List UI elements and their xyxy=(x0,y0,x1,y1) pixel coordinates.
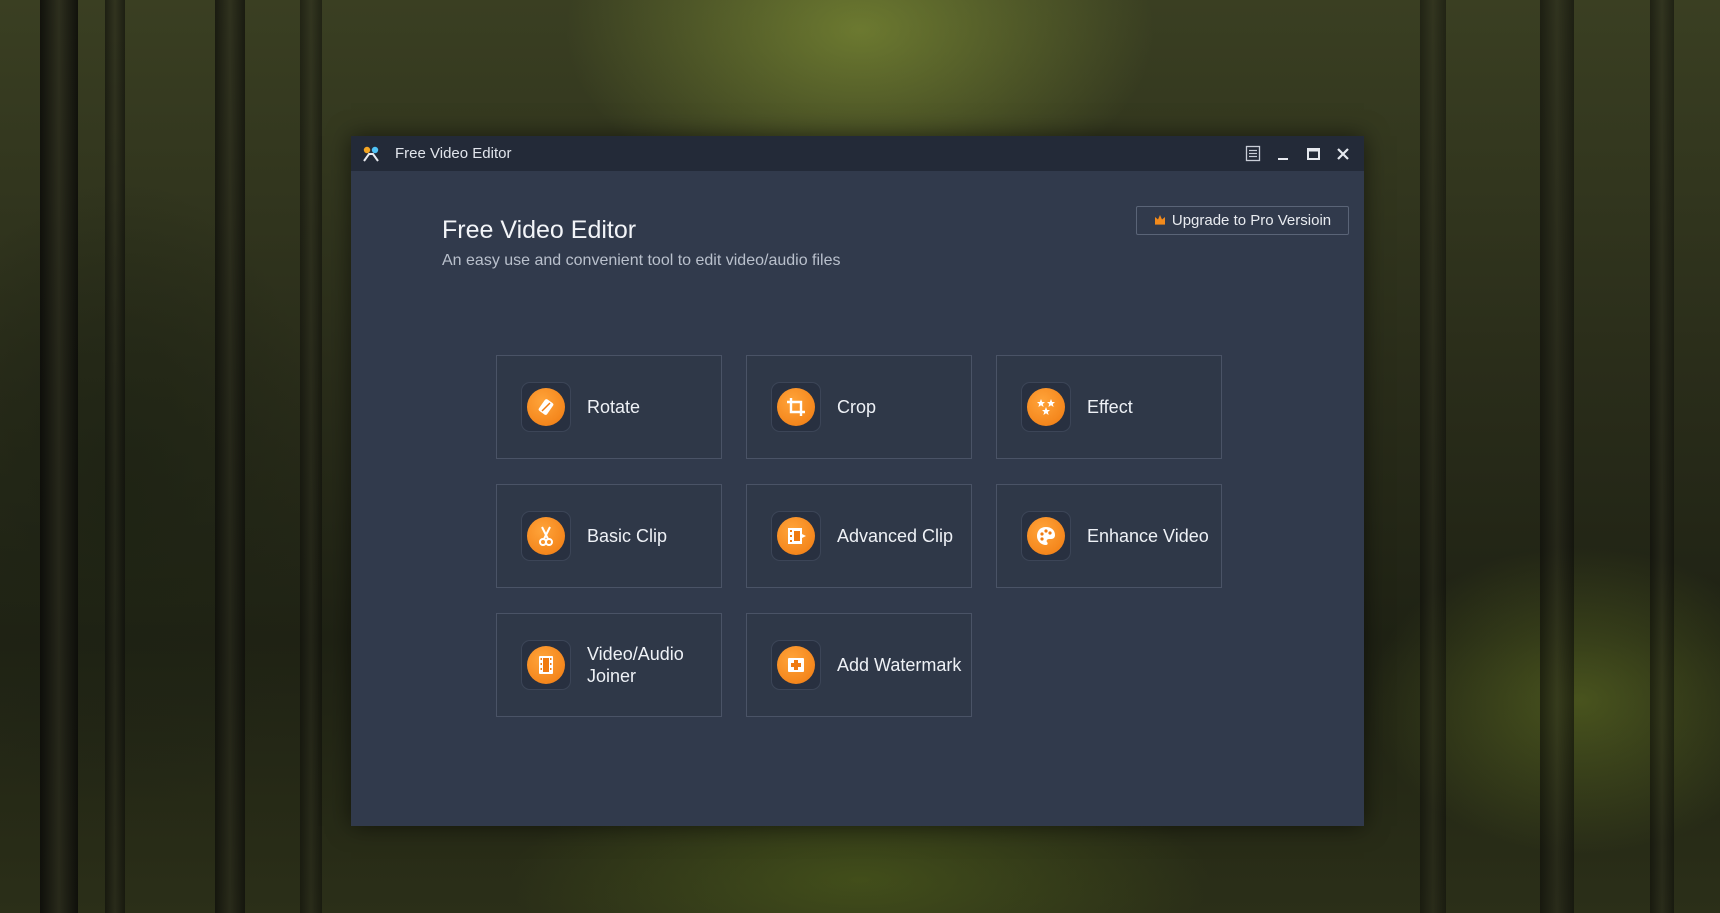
upgrade-button[interactable]: Upgrade to Pro Versioin xyxy=(1136,206,1349,235)
tool-rotate[interactable]: Rotate xyxy=(496,355,722,459)
scissors-icon xyxy=(527,517,565,555)
tool-add-watermark[interactable]: Add Watermark xyxy=(746,613,972,717)
icon-frame xyxy=(771,382,821,432)
icon-frame xyxy=(521,511,571,561)
page-subtitle: An easy use and convenient tool to edit … xyxy=(442,252,841,269)
tool-label: Basic Clip xyxy=(587,526,668,546)
tool-label: Advanced Clip xyxy=(837,526,954,546)
tree-trunk xyxy=(1540,0,1574,913)
icon-frame xyxy=(1021,382,1071,432)
tree-trunk xyxy=(105,0,125,913)
rotate-icon xyxy=(527,388,565,426)
tool-crop[interactable]: Crop xyxy=(746,355,972,459)
tool-label: Crop xyxy=(837,397,877,417)
tool-label: Add Watermark xyxy=(837,655,962,675)
desktop-background: Free Video Editor Free Video Editor An e… xyxy=(0,0,1720,913)
maximize-icon[interactable] xyxy=(1301,142,1325,166)
tool-label: Rotate xyxy=(587,397,641,417)
tool-enhance-video[interactable]: Enhance Video xyxy=(996,484,1222,588)
crown-icon xyxy=(1154,212,1166,229)
title-bar[interactable]: Free Video Editor xyxy=(351,136,1364,171)
tree-trunk xyxy=(1650,0,1674,913)
tool-effect[interactable]: Effect xyxy=(996,355,1222,459)
crop-icon xyxy=(777,388,815,426)
page-title: Free Video Editor xyxy=(442,216,637,244)
tree-trunk xyxy=(40,0,78,913)
tree-trunk xyxy=(1420,0,1446,913)
tool-basic-clip[interactable]: Basic Clip xyxy=(496,484,722,588)
app-logo-icon xyxy=(362,145,380,163)
film-clip-icon xyxy=(777,517,815,555)
joiner-icon xyxy=(527,646,565,684)
tool-label: Effect xyxy=(1087,397,1133,417)
icon-frame xyxy=(771,640,821,690)
window-title: Free Video Editor xyxy=(395,145,512,162)
tools-grid: Rotate Crop Effect Basic Clip Advanced C… xyxy=(496,355,1226,725)
app-window: Free Video Editor Free Video Editor An e… xyxy=(351,136,1364,826)
close-icon[interactable] xyxy=(1331,142,1355,166)
tree-trunk xyxy=(300,0,322,913)
menu-icon[interactable] xyxy=(1241,142,1265,166)
icon-frame xyxy=(521,640,571,690)
tool-video-audio-joiner[interactable]: Video/Audio Joiner xyxy=(496,613,722,717)
tool-advanced-clip[interactable]: Advanced Clip xyxy=(746,484,972,588)
tool-label: Video/Audio Joiner xyxy=(587,644,684,686)
watermark-icon xyxy=(777,646,815,684)
icon-frame xyxy=(771,511,821,561)
tree-trunk xyxy=(215,0,245,913)
upgrade-label: Upgrade to Pro Versioin xyxy=(1171,212,1332,229)
minimize-icon[interactable] xyxy=(1271,142,1295,166)
effect-icon xyxy=(1027,388,1065,426)
icon-frame xyxy=(1021,511,1071,561)
tool-label: Enhance Video xyxy=(1087,526,1209,546)
icon-frame xyxy=(521,382,571,432)
palette-icon xyxy=(1027,517,1065,555)
